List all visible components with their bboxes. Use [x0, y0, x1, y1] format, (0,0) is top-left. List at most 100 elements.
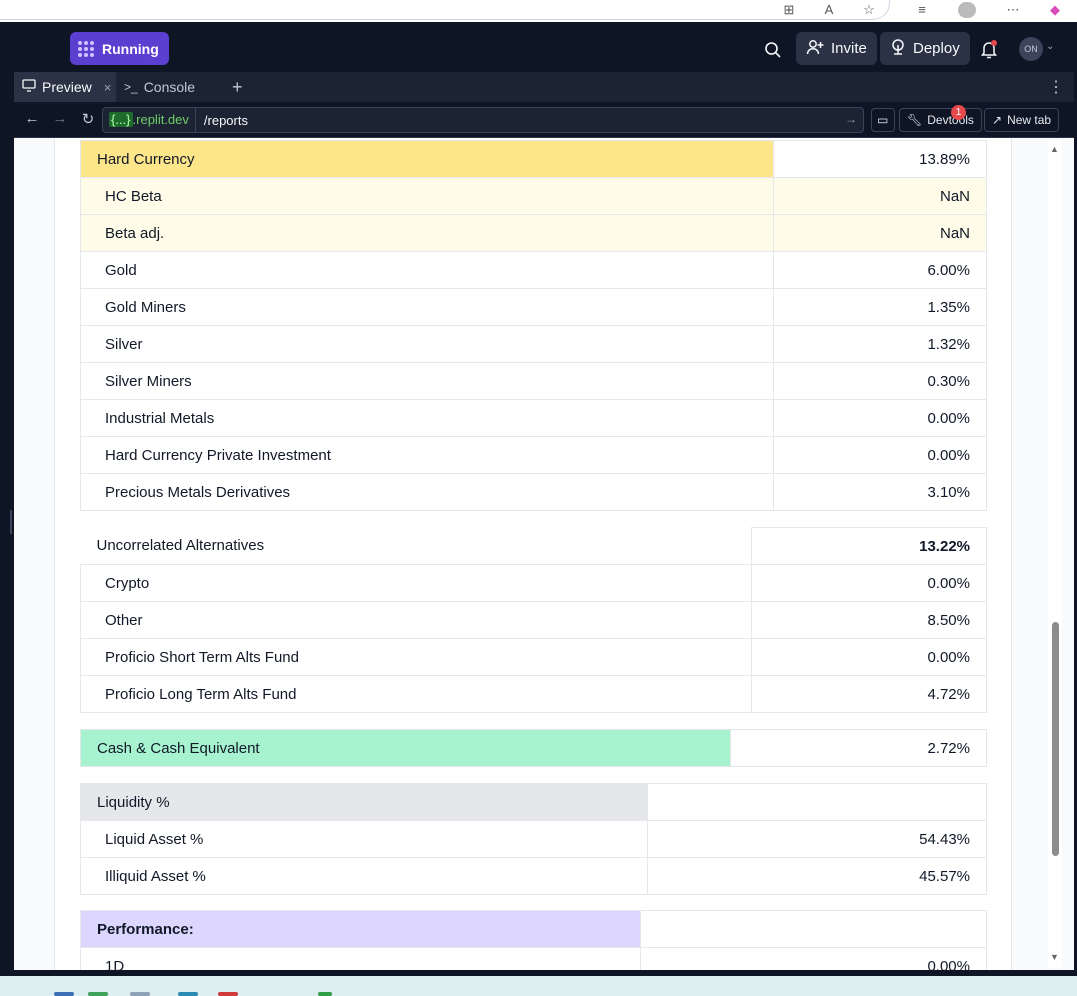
tab-preview-label: Preview	[42, 79, 92, 95]
row-value: 0.00%	[773, 399, 987, 437]
row-value: 45.57%	[647, 857, 987, 895]
device-preview-icon[interactable]: ▭	[871, 108, 895, 132]
devtools-button[interactable]: 🔧︎ Devtools	[899, 108, 982, 132]
row-label: Other	[80, 601, 752, 639]
monitor-icon	[22, 79, 36, 95]
read-aloud-icon[interactable]: A	[820, 2, 838, 18]
table-row: Proficio Short Term Alts Fund 0.00%	[80, 638, 987, 676]
notifications-bell-icon[interactable]	[979, 39, 999, 59]
table-row: Hard Currency Private Investment 0.00%	[80, 436, 987, 474]
row-label: Crypto	[80, 564, 752, 602]
row-label: Silver Miners	[80, 362, 774, 400]
terminal-icon: >_	[124, 80, 138, 94]
row-label: Proficio Long Term Alts Fund	[80, 675, 752, 713]
table-row: Performance:	[80, 910, 987, 948]
taskbar-check-icon[interactable]	[318, 992, 332, 996]
preview-scrollbar[interactable]: ▲ ▼	[1048, 140, 1062, 968]
row-label: Silver	[80, 325, 774, 363]
taskbar-app-icon[interactable]	[88, 992, 108, 996]
deploy-icon	[890, 38, 906, 59]
uncorrelated-alternatives-table: Uncorrelated Alternatives 13.22% Crypto …	[80, 527, 987, 713]
row-value: 3.10%	[773, 473, 987, 511]
row-value: NaN	[773, 177, 987, 215]
deploy-button[interactable]: Deploy	[880, 32, 970, 65]
uncorrelated-title: Uncorrelated Alternatives	[80, 527, 752, 565]
devtools-error-badge: 1	[951, 105, 966, 120]
reload-icon[interactable]: ↻	[79, 110, 97, 128]
taskbar-app-icon[interactable]	[218, 992, 238, 996]
run-button-label: Running	[102, 40, 159, 57]
table-row: Liquid Asset % 54.43%	[80, 820, 987, 858]
row-label: Gold	[80, 251, 774, 289]
scroll-thumb[interactable]	[1052, 622, 1059, 856]
table-row: Gold Miners 1.35%	[80, 288, 987, 326]
performance-title: Performance:	[80, 910, 641, 948]
url-host-suffix: .replit.dev	[132, 112, 189, 127]
pane-tab-bar: Preview × >_ Console + ⋮	[14, 72, 1077, 102]
table-row: Gold 6.00%	[80, 251, 987, 289]
row-label: Illiquid Asset %	[80, 857, 648, 895]
table-row: Hard Currency 13.89%	[80, 140, 987, 178]
profile-icon[interactable]	[958, 2, 976, 18]
browser-address-bar[interactable]	[0, 0, 890, 20]
run-button[interactable]: Running	[70, 32, 169, 65]
row-label: Industrial Metals	[80, 399, 774, 437]
taskbar-app-icon[interactable]	[54, 992, 74, 996]
user-avatar[interactable]: ON	[1019, 37, 1043, 61]
row-label: HC Beta	[80, 177, 774, 215]
hard-currency-title: Hard Currency	[80, 140, 774, 178]
kebab-menu-icon[interactable]: ⋮	[1040, 72, 1072, 102]
tab-preview[interactable]: Preview ×	[14, 72, 116, 102]
left-panel-edge	[0, 72, 14, 970]
resize-handle[interactable]	[10, 510, 12, 534]
external-link-icon: ↗	[992, 113, 1003, 127]
forward-arrow-icon[interactable]: →	[51, 110, 69, 127]
table-row: Crypto 0.00%	[80, 564, 987, 602]
preview-url-field[interactable]: {...} .replit.dev /reports →	[102, 107, 864, 133]
add-user-icon	[806, 39, 824, 59]
row-label: Beta adj.	[80, 214, 774, 252]
go-arrow-icon[interactable]: →	[845, 112, 857, 126]
table-row: Uncorrelated Alternatives 13.22%	[80, 527, 987, 565]
copilot-icon[interactable]: ◆	[1046, 2, 1064, 18]
row-value: 54.43%	[647, 820, 987, 858]
table-row: HC Beta NaN	[80, 177, 987, 215]
row-value: 0.00%	[751, 564, 987, 602]
row-label: Proficio Short Term Alts Fund	[80, 638, 752, 676]
hard-currency-table: Hard Currency 13.89% HC Beta NaN Beta ad…	[80, 140, 987, 511]
more-options-icon[interactable]: ⋯	[1004, 2, 1022, 18]
add-tab-icon[interactable]: +	[224, 72, 251, 102]
row-value: 1.35%	[773, 288, 987, 326]
table-row: Silver 1.32%	[80, 325, 987, 363]
favorites-list-icon[interactable]: ≡	[913, 2, 931, 18]
row-value: NaN	[773, 214, 987, 252]
row-label: Hard Currency Private Investment	[80, 436, 774, 474]
row-value: 0.00%	[773, 436, 987, 474]
scroll-down-arrow-icon[interactable]: ▼	[1050, 952, 1059, 962]
favorite-star-icon[interactable]: ☆	[860, 2, 878, 18]
back-arrow-icon[interactable]: ←	[23, 110, 41, 127]
replit-topbar: Running Invite Deploy ON ⌄	[0, 22, 1077, 72]
close-icon[interactable]: ×	[104, 80, 112, 95]
table-row: Cash & Cash Equivalent 2.72%	[80, 729, 987, 767]
cash-table: Cash & Cash Equivalent 2.72%	[80, 729, 987, 767]
search-icon[interactable]	[764, 41, 782, 59]
hard-currency-total: 13.89%	[773, 140, 987, 178]
table-row: Other 8.50%	[80, 601, 987, 639]
tab-console[interactable]: >_ Console	[116, 72, 206, 102]
taskbar-app-icon[interactable]	[130, 992, 150, 996]
scroll-up-arrow-icon[interactable]: ▲	[1050, 144, 1059, 154]
chevron-down-icon[interactable]: ⌄	[1046, 41, 1054, 52]
performance-total	[640, 910, 987, 948]
split-screen-icon[interactable]: ⊞	[780, 2, 798, 18]
avatar-initials: ON	[1024, 44, 1038, 54]
new-tab-button[interactable]: ↗ New tab	[984, 108, 1060, 132]
url-path: /reports	[203, 112, 248, 128]
row-value: 8.50%	[751, 601, 987, 639]
url-host: {...} .replit.dev	[103, 108, 196, 132]
invite-button[interactable]: Invite	[796, 32, 877, 65]
wrench-icon: 🔧︎	[907, 113, 923, 127]
row-value: 0.00%	[751, 638, 987, 676]
taskbar-app-icon[interactable]	[178, 992, 198, 996]
running-grid-icon	[78, 40, 94, 57]
